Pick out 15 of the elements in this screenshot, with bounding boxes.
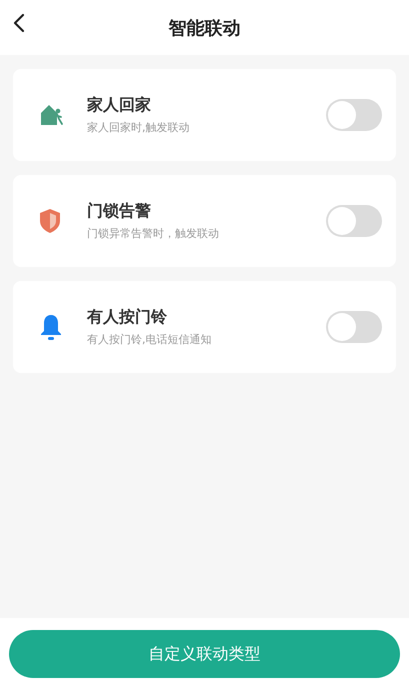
page-title: 智能联动 (168, 16, 240, 40)
toggle-switch[interactable] (326, 311, 382, 343)
shield-icon (39, 208, 61, 234)
bell-icon (39, 313, 63, 341)
house-walker-icon (39, 102, 65, 128)
toggle-switch[interactable] (326, 99, 382, 131)
automation-description: 门锁异常告警时，触发联动 (87, 226, 220, 241)
automation-description: 有人按门铃,电话短信通知 (87, 332, 212, 347)
automation-title: 门锁告警 (87, 201, 152, 222)
back-icon[interactable] (13, 13, 25, 33)
automation-title: 有人按门铃 (87, 307, 168, 328)
automation-description: 家人回家时,触发联动 (87, 120, 190, 135)
toggle-switch[interactable] (326, 205, 382, 237)
custom-type-button[interactable]: 自定义联动类型 (9, 630, 400, 678)
automation-title: 家人回家 (87, 95, 152, 116)
